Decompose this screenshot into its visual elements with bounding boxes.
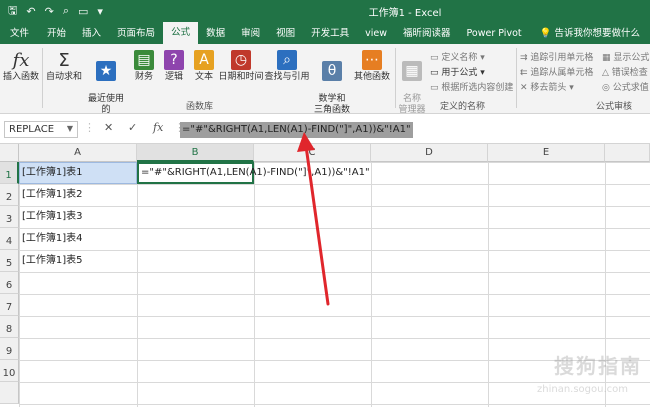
watermark-brand: 搜狗指南 bbox=[554, 354, 642, 378]
watermark-site: zhinan.sogou.com bbox=[536, 384, 628, 395]
annotation-arrow bbox=[297, 132, 330, 306]
